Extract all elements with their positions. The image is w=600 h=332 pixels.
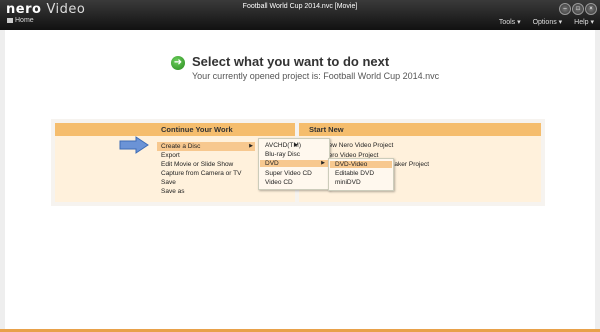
home-icon [7,18,13,23]
page-title: Select what you want to do next [192,54,390,69]
top-menus: Tools ▾ Options ▾ Help ▾ [489,18,594,26]
avchd-item[interactable]: AVCHD(TM) ▶ [265,142,301,149]
options-menu[interactable]: Options ▾ [533,19,563,26]
create-disc-item[interactable]: Create a Disc ▶ [157,142,255,151]
tools-menu[interactable]: Tools ▾ [499,19,521,26]
capture-item[interactable]: Capture from Camera or TV [161,170,241,177]
maximize-button[interactable]: □ [572,3,584,15]
minidvd-item[interactable]: miniDVD [335,179,361,186]
submenu-arrow-icon: ▶ [294,142,298,148]
title-bar: nero Video Football World Cup 2014.nvc [… [0,0,600,30]
window-title: Football World Cup 2014.nvc [Movie] [242,3,358,10]
maker-project-item[interactable]: Maker Project [389,161,429,168]
submenu-arrow-icon: ▶ [249,143,253,149]
continue-work-heading: Continue Your Work [55,123,295,136]
export-item[interactable]: Export [161,152,180,159]
dvd-video-item[interactable]: DVD-Video [330,161,392,168]
help-menu[interactable]: Help ▾ [574,19,594,26]
dvd-submenu: DVD-Video Editable DVD miniDVD [328,158,394,191]
video-cd-item[interactable]: Video CD [265,179,293,186]
close-button[interactable]: × [585,3,597,15]
save-as-item[interactable]: Save as [161,188,185,195]
submenu-arrow-icon: ▶ [321,160,325,166]
next-arrow-icon: ➜ [171,56,185,70]
save-item[interactable]: Save [161,179,176,186]
dvd-item[interactable]: DVD ▶ [260,160,328,167]
left-frame [0,30,5,332]
right-frame [595,30,600,332]
minimize-button[interactable]: – [559,3,571,15]
new-nero-video-project-item[interactable]: New Nero Video Project [324,142,393,149]
create-disc-submenu: AVCHD(TM) ▶ Blu-ray Disc DVD ▶ Super Video… [258,138,330,190]
super-video-cd-item[interactable]: Super Video CD [265,170,312,177]
bluray-item[interactable]: Blu-ray Disc [265,151,300,158]
project-subtitle: Your currently opened project is: Footba… [192,71,440,81]
start-new-heading: Start New [299,123,541,136]
pointer-arrow-icon [119,136,149,154]
editable-dvd-item[interactable]: Editable DVD [335,170,374,177]
home-button[interactable]: Home [7,17,34,24]
edit-movie-item[interactable]: Edit Movie or Slide Show [161,161,233,168]
